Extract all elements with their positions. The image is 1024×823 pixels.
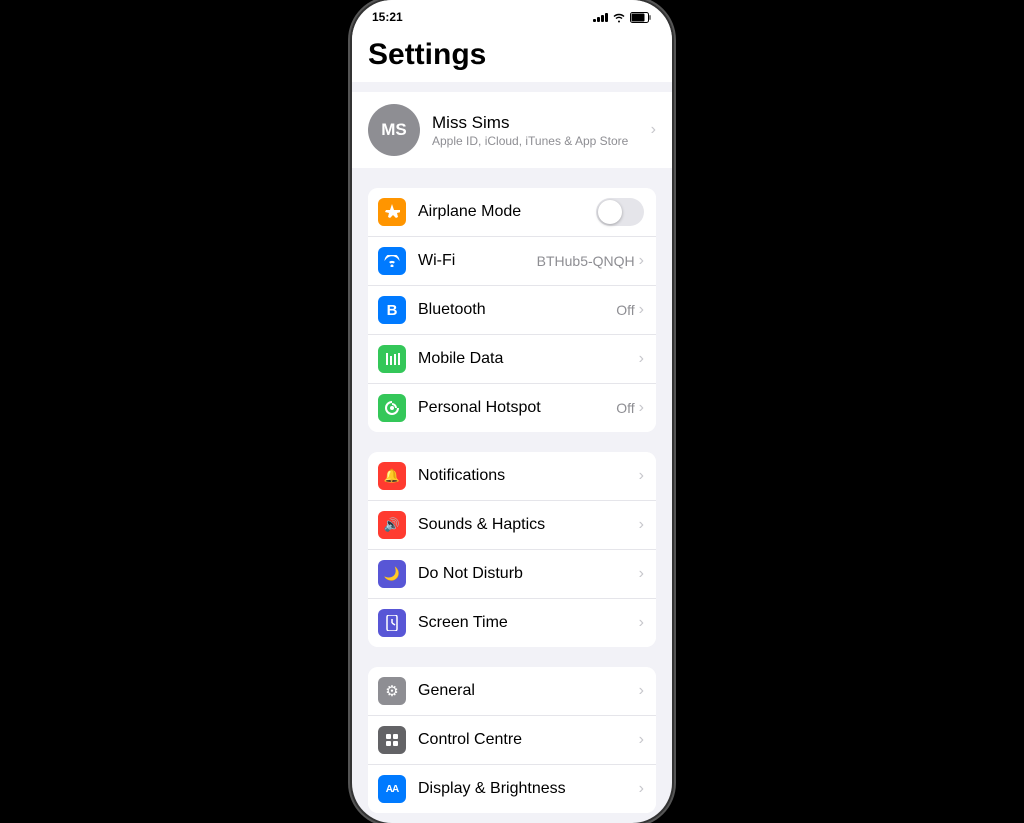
wifi-icon <box>612 12 626 23</box>
airplane-mode-row[interactable]: Airplane Mode <box>368 188 656 237</box>
notifications-label: Notifications <box>418 467 639 485</box>
control-centre-label: Control Centre <box>418 731 639 749</box>
do-not-disturb-label: Do Not Disturb <box>418 565 639 583</box>
control-centre-icon <box>378 726 406 754</box>
wifi-chevron: › <box>639 252 644 270</box>
sounds-haptics-chevron: › <box>639 516 644 534</box>
page-title: Settings <box>368 38 656 72</box>
profile-name: Miss Sims <box>432 113 651 133</box>
do-not-disturb-icon: 🌙 <box>378 560 406 588</box>
battery-icon <box>630 12 652 23</box>
display-brightness-label: Display & Brightness <box>418 780 639 798</box>
general-row[interactable]: ⚙ General › <box>368 667 656 716</box>
status-bar: 15:21 <box>352 0 672 30</box>
personal-hotspot-chevron: › <box>639 399 644 417</box>
airplane-mode-label: Airplane Mode <box>418 203 596 221</box>
personal-hotspot-row[interactable]: Personal Hotspot Off › <box>368 384 656 432</box>
screen-time-icon <box>378 609 406 637</box>
signal-icon <box>593 12 608 22</box>
screen-time-row[interactable]: Screen Time › <box>368 599 656 647</box>
connectivity-group: Airplane Mode Wi-Fi BTHub5-QNQH › B Blue… <box>368 188 656 432</box>
status-icons <box>593 12 652 23</box>
wifi-row[interactable]: Wi-Fi BTHub5-QNQH › <box>368 237 656 286</box>
screen-time-label: Screen Time <box>418 614 639 632</box>
bluetooth-icon: B <box>378 296 406 324</box>
bluetooth-row[interactable]: B Bluetooth Off › <box>368 286 656 335</box>
display-brightness-row[interactable]: AA Display & Brightness › <box>368 765 656 813</box>
screen-time-chevron: › <box>639 614 644 632</box>
system-group: ⚙ General › Control Centre › AA Display … <box>368 667 656 813</box>
bluetooth-value: Off <box>616 302 634 318</box>
wifi-label: Wi-Fi <box>418 252 537 270</box>
display-brightness-chevron: › <box>639 780 644 798</box>
bluetooth-chevron: › <box>639 301 644 319</box>
sounds-haptics-row[interactable]: 🔊 Sounds & Haptics › <box>368 501 656 550</box>
mobile-data-label: Mobile Data <box>418 350 639 368</box>
airplane-mode-icon <box>378 198 406 226</box>
spacer-3 <box>352 647 672 657</box>
toggle-knob <box>598 200 622 224</box>
general-chevron: › <box>639 682 644 700</box>
spacer-4 <box>352 813 672 823</box>
control-centre-chevron: › <box>639 731 644 749</box>
do-not-disturb-chevron: › <box>639 565 644 583</box>
profile-subtitle: Apple ID, iCloud, iTunes & App Store <box>432 134 651 148</box>
mobile-data-chevron: › <box>639 350 644 368</box>
sounds-haptics-label: Sounds & Haptics <box>418 516 639 534</box>
phone-frame: 15:21 Settings MS <box>352 0 672 823</box>
spacer-1 <box>352 168 672 178</box>
profile-info: Miss Sims Apple ID, iCloud, iTunes & App… <box>432 113 651 148</box>
control-centre-row[interactable]: Control Centre › <box>368 716 656 765</box>
notifications-group: 🔔 Notifications › 🔊 Sounds & Haptics › 🌙… <box>368 452 656 647</box>
profile-chevron: › <box>651 121 656 139</box>
mobile-data-row[interactable]: Mobile Data › <box>368 335 656 384</box>
notifications-row[interactable]: 🔔 Notifications › <box>368 452 656 501</box>
personal-hotspot-label: Personal Hotspot <box>418 399 616 417</box>
general-icon: ⚙ <box>378 677 406 705</box>
do-not-disturb-row[interactable]: 🌙 Do Not Disturb › <box>368 550 656 599</box>
display-brightness-icon: AA <box>378 775 406 803</box>
mobile-data-icon <box>378 345 406 373</box>
wifi-setting-icon <box>378 247 406 275</box>
page-header: Settings <box>352 30 672 82</box>
wifi-value: BTHub5-QNQH <box>537 253 635 269</box>
airplane-mode-toggle[interactable] <box>596 198 644 226</box>
sounds-haptics-icon: 🔊 <box>378 511 406 539</box>
notifications-icon: 🔔 <box>378 462 406 490</box>
personal-hotspot-value: Off <box>616 400 634 416</box>
spacer-2 <box>352 432 672 442</box>
general-label: General <box>418 682 639 700</box>
time-display: 15:21 <box>372 10 403 24</box>
notifications-chevron: › <box>639 467 644 485</box>
bluetooth-label: Bluetooth <box>418 301 616 319</box>
avatar: MS <box>368 104 420 156</box>
profile-row[interactable]: MS Miss Sims Apple ID, iCloud, iTunes & … <box>352 92 672 168</box>
personal-hotspot-icon <box>378 394 406 422</box>
